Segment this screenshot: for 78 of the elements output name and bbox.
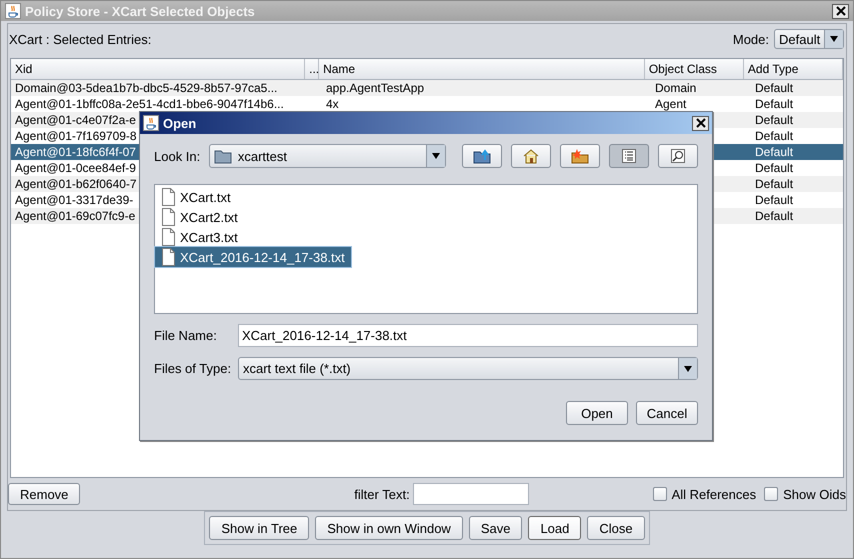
action-button[interactable]: Close	[587, 516, 645, 540]
column-header[interactable]: Add Type	[744, 59, 843, 79]
table-cell: Default	[755, 209, 794, 223]
column-header[interactable]: Xid	[11, 59, 306, 79]
file-icon	[161, 228, 175, 246]
list-view-button[interactable]	[609, 144, 649, 168]
close-button[interactable]	[692, 116, 709, 130]
action-button[interactable]: Save	[468, 516, 522, 540]
details-view-button[interactable]	[658, 144, 698, 168]
table-cell: Default	[755, 129, 794, 143]
file-item[interactable]: XCart.txt	[155, 187, 237, 207]
checkbox[interactable]	[652, 487, 667, 501]
magnifier-icon	[670, 148, 686, 164]
checkbox-label: All References	[672, 486, 756, 502]
look-in-label: Look In:	[154, 148, 202, 164]
table-cell: Default	[755, 177, 794, 191]
close-button[interactable]	[832, 4, 849, 18]
folder-up-arrow-icon	[473, 148, 491, 164]
checkbox[interactable]	[764, 487, 778, 501]
dialog-button[interactable]: Cancel	[636, 401, 698, 425]
dialog-title: Open	[163, 116, 198, 130]
coffee-cup-icon	[5, 3, 21, 19]
table-cell: Agent@01-b62f0640-7	[15, 177, 137, 191]
file-type-dropdown[interactable]: xcart text file (*.txt)	[238, 357, 698, 380]
table-cell: Agent@01-18fc6f4f-07	[15, 145, 136, 159]
filter-label: filter Text:	[354, 486, 410, 502]
table-cell: Agent	[655, 97, 686, 111]
caret-icon	[830, 36, 838, 42]
home-button[interactable]	[511, 144, 551, 168]
table-cell: Default	[755, 161, 794, 175]
file-item[interactable]: XCart3.txt	[155, 227, 244, 247]
look-in-dropdown[interactable]: xcarttest	[208, 144, 446, 168]
table-cell: Agent@01-7f169709-8	[15, 129, 137, 143]
table-cell: Agent@01-0cee84ef-9	[15, 161, 136, 175]
table-cell: Default	[755, 113, 794, 127]
window-title: Policy Store - XCart Selected Objects	[25, 4, 256, 18]
file-item[interactable]: XCart_2016-12-14_17-38.txt	[155, 247, 351, 267]
mode-label: Mode:	[732, 32, 769, 46]
table-cell: Domain	[655, 81, 696, 95]
table-cell: Agent@01-69c07fc9-e	[15, 209, 136, 223]
file-name-field[interactable]: XCart_2016-12-14_17-38.txt	[238, 324, 698, 347]
table-cell: Agent@01-3317de39-	[15, 193, 134, 207]
coffee-cup-icon	[143, 115, 159, 131]
file-name-label: File Name:	[154, 328, 218, 343]
table-cell: Agent@01-c4e07f2a-e	[15, 113, 136, 127]
table-row[interactable]: Domain@03-5dea1b7b-dbc5-4529-8b57-97ca5... app.AgentTestApp Domain Default	[11, 80, 843, 96]
table-cell: app.AgentTestApp	[326, 81, 424, 95]
column-header[interactable]: ...	[305, 59, 320, 79]
table-cell: Default	[755, 193, 794, 207]
file-icon	[161, 248, 175, 266]
remove-button[interactable]: Remove	[8, 483, 80, 505]
up-folder-button[interactable]	[462, 144, 502, 168]
action-button[interactable]: Show in Tree	[209, 516, 310, 540]
table-cell: Default	[755, 81, 794, 95]
column-header[interactable]: Name	[319, 59, 645, 79]
table-cell: Default	[755, 145, 794, 159]
home-icon	[522, 148, 540, 164]
file-icon	[161, 188, 175, 206]
mode-dropdown[interactable]: Default	[774, 29, 844, 49]
file-type-label: Files of Type:	[154, 361, 232, 376]
section-heading: XCart : Selected Entries:	[9, 32, 152, 46]
table-cell: 4x	[326, 97, 339, 111]
caret-icon	[684, 366, 692, 372]
filter-field[interactable]	[412, 483, 529, 505]
new-folder-button[interactable]	[560, 144, 600, 168]
file-item[interactable]: XCart2.txt	[155, 207, 244, 227]
column-header[interactable]: Object Class	[644, 59, 744, 79]
new-folder-icon	[571, 148, 589, 164]
action-button[interactable]: Show in own Window	[315, 516, 463, 540]
folder-icon	[214, 148, 232, 164]
table-cell: Default	[755, 97, 794, 111]
list-icon	[621, 148, 637, 164]
table-cell: Domain@03-5dea1b7b-dbc5-4529-8b57-97ca5...	[15, 81, 278, 95]
file-icon	[161, 208, 175, 226]
checkbox-label: Show Oids	[783, 486, 846, 502]
table-cell: Agent@01-1bffc08a-2e51-4cd1-bbe6-9047f14b6...	[15, 97, 284, 111]
dialog-button[interactable]: Open	[566, 401, 628, 425]
action-button[interactable]: Load	[528, 516, 582, 540]
